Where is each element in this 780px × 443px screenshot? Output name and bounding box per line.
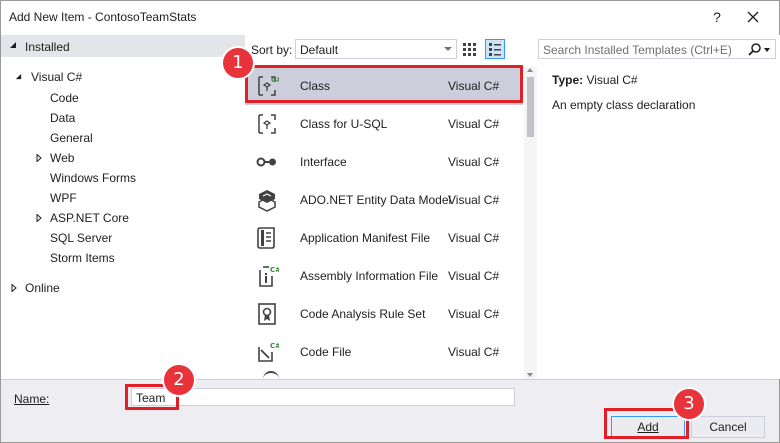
template-language: Visual C# <box>448 345 500 359</box>
tree-item-wpf[interactable]: WPF <box>50 188 77 208</box>
title-bar: Add New Item - ContosoTeamStats ? <box>1 1 779 33</box>
template-row-assembly-information-file[interactable]: C# Assembly Information File Visual C# <box>245 257 523 295</box>
close-icon <box>747 11 759 23</box>
template-list: C# Class Visual C# Class for U-SQL Visua… <box>245 67 523 379</box>
template-language: Visual C# <box>448 193 500 207</box>
ruleset-icon <box>258 303 276 325</box>
template-language: Visual C# <box>448 231 500 245</box>
scroll-up-icon[interactable] <box>527 68 533 72</box>
collapsed-triangle-icon <box>36 154 42 162</box>
template-details-pane: Search Installed Templates (Ctrl+E) Type… <box>538 35 780 379</box>
interface-icon <box>256 157 276 167</box>
template-row-application-manifest-file[interactable]: Application Manifest File Visual C# <box>245 219 523 257</box>
template-name: ADO.NET Entity Data Model <box>300 193 452 207</box>
template-name: Class for U-SQL <box>300 117 388 131</box>
expanded-triangle-icon <box>10 42 16 48</box>
manifest-icon <box>257 227 275 249</box>
highlight-class-row <box>245 65 523 103</box>
assembly-info-icon: C# <box>259 266 279 287</box>
tree-item-label: Web <box>50 151 75 165</box>
close-button[interactable] <box>737 5 769 29</box>
tree-item-sql-server[interactable]: SQL Server <box>50 228 112 248</box>
code-file-icon: C# <box>258 342 279 362</box>
tree-item-label: Visual C# <box>31 70 83 84</box>
sort-by-value: Default <box>300 43 339 57</box>
search-icon[interactable] <box>748 42 762 56</box>
template-name: Code File <box>300 345 352 359</box>
partial-row-icon <box>263 371 279 379</box>
template-language: Visual C# <box>448 307 500 321</box>
cancel-button[interactable]: Cancel <box>691 416 765 438</box>
tree-item-installed[interactable]: Installed <box>1 35 245 57</box>
tree-item-windows-forms[interactable]: Windows Forms <box>50 168 136 188</box>
template-language: Visual C# <box>448 155 500 169</box>
expanded-triangle-icon <box>15 73 22 80</box>
tree-item-data[interactable]: Data <box>50 108 75 128</box>
svg-text:C#: C# <box>270 342 279 350</box>
type-label: Type: <box>552 73 584 87</box>
template-row-class-usql[interactable]: Class for U-SQL Visual C# <box>245 105 523 143</box>
callout-step-3: 3 <box>674 389 704 419</box>
sort-by-label: Sort by: <box>251 43 293 57</box>
svg-text:C#: C# <box>270 266 279 274</box>
template-row-ado-net-entity-data-model[interactable]: ADO.NET Entity Data Model Visual C# <box>245 181 523 219</box>
callout-step-2: 2 <box>164 365 194 395</box>
template-type-line: Type: Visual C# <box>552 73 638 87</box>
list-view-button[interactable] <box>485 39 505 59</box>
sort-by-dropdown[interactable]: Default <box>295 39 457 59</box>
help-button[interactable]: ? <box>701 5 733 29</box>
collapsed-triangle-icon <box>36 214 42 222</box>
name-label: Name: <box>14 392 49 406</box>
tree-item-label: ASP.NET Core <box>50 211 129 225</box>
chevron-down-icon[interactable] <box>764 48 770 52</box>
template-list-scrollbar[interactable] <box>524 67 537 379</box>
entity-model-icon <box>258 190 276 212</box>
tree-item-general[interactable]: General <box>50 128 93 148</box>
template-name: Assembly Information File <box>300 269 439 283</box>
tree-item-storm-items[interactable]: Storm Items <box>50 248 115 268</box>
tree-item-label: Installed <box>25 40 70 54</box>
search-placeholder: Search Installed Templates (Ctrl+E) <box>543 43 732 57</box>
collapsed-triangle-icon <box>11 284 17 292</box>
type-value: Visual C# <box>586 73 638 87</box>
template-row-code-file[interactable]: C# Code File Visual C# <box>245 333 523 371</box>
template-row-code-analysis-rule-set[interactable]: Code Analysis Rule Set Visual C# <box>245 295 523 333</box>
scrollbar-thumb[interactable] <box>527 77 534 137</box>
tree-item-code[interactable]: Code <box>50 88 79 108</box>
callout-step-1: 1 <box>223 48 253 78</box>
search-templates-input[interactable]: Search Installed Templates (Ctrl+E) <box>538 39 776 59</box>
template-name: Code Analysis Rule Set <box>300 307 426 321</box>
chevron-down-icon <box>444 47 452 51</box>
template-name: Application Manifest File <box>300 231 431 245</box>
template-language: Visual C# <box>448 117 500 131</box>
template-language: Visual C# <box>448 269 500 283</box>
list-view-icon <box>489 43 501 56</box>
template-category-tree: Installed Visual C# Code Data General We… <box>1 35 245 379</box>
template-row-interface[interactable]: Interface Visual C# <box>245 143 523 181</box>
scroll-down-icon[interactable] <box>527 373 533 377</box>
tree-item-label: Online <box>25 281 60 295</box>
grid-view-icon[interactable] <box>461 41 477 57</box>
template-description: An empty class declaration <box>552 98 696 112</box>
dialog-title: Add New Item - ContosoTeamStats <box>9 10 197 24</box>
template-name: Interface <box>300 155 347 169</box>
class-usql-icon <box>258 114 276 134</box>
name-label-text: Name: <box>14 392 50 406</box>
add-new-item-dialog: Add New Item - ContosoTeamStats ? Instal… <box>0 0 780 443</box>
sort-toolbar: Sort by: Default <box>245 35 537 63</box>
